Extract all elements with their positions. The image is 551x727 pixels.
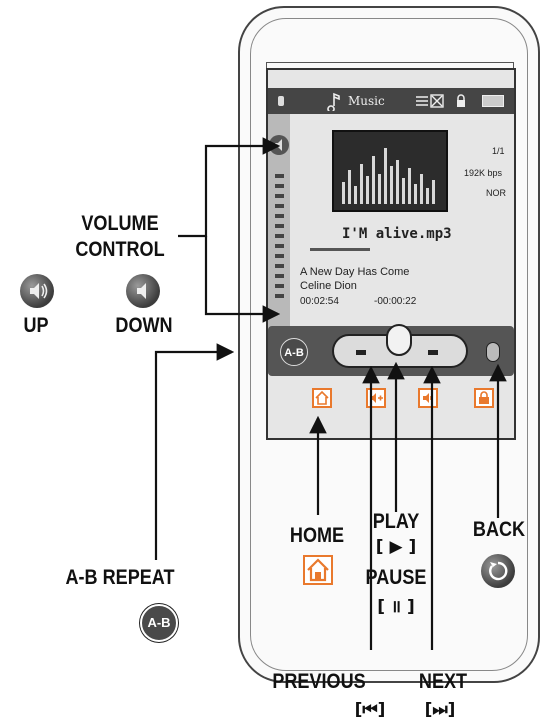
- previous-symbol: [⏮]: [354, 700, 386, 720]
- back-label: BACK: [472, 518, 526, 541]
- volume-up-label: UP: [23, 314, 49, 337]
- play-label: PLAY: [372, 510, 420, 533]
- ab-repeat-label: A-B REPEAT: [65, 566, 175, 589]
- ab-repeat-icon: A-B: [140, 604, 178, 642]
- home-icon: [303, 555, 333, 585]
- volume-control-label-line1: VOLUME: [81, 212, 159, 235]
- callout-lines: [154, 137, 507, 650]
- volume-control-label-line2: CONTROL: [75, 238, 165, 261]
- previous-label: PREVIOUS: [272, 670, 366, 693]
- next-symbol: [⏭]: [424, 700, 456, 720]
- ab-badge-label: A-B: [147, 615, 171, 630]
- play-symbol: [ ▶ ]: [375, 537, 417, 557]
- next-label: NEXT: [418, 670, 468, 693]
- pause-label: PAUSE: [365, 566, 427, 589]
- back-icon: [481, 554, 515, 588]
- volume-down-icon: [126, 274, 160, 308]
- volume-up-icon: [20, 274, 54, 308]
- volume-down-label: DOWN: [115, 314, 173, 337]
- pause-symbol: [ ॥ ]: [377, 597, 415, 617]
